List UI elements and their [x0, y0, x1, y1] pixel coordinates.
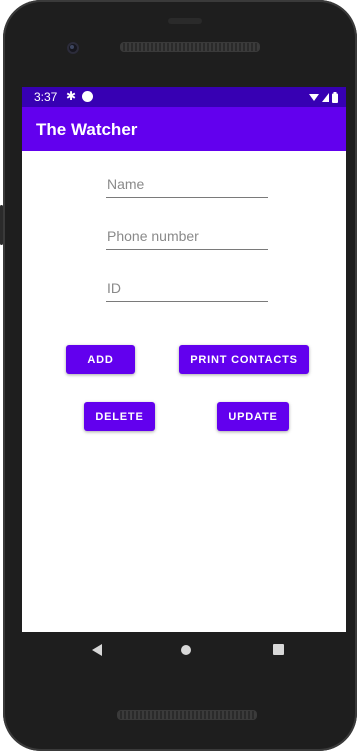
- name-input[interactable]: [106, 173, 270, 195]
- recents-square-icon[interactable]: [273, 644, 284, 655]
- name-field: [106, 173, 270, 198]
- phone-number-field: [106, 225, 270, 250]
- status-bar: 3:37 ✱: [22, 87, 346, 107]
- navigation-bar: [22, 632, 346, 672]
- earpiece-slot: [168, 18, 202, 24]
- front-camera: [67, 42, 79, 54]
- app-title: The Watcher: [36, 120, 138, 139]
- screen: 3:37 ✱ The Watcher ADD PRINT CONTACTS DE…: [22, 87, 346, 632]
- gear-icon: ✱: [66, 89, 77, 103]
- power-button: [0, 205, 3, 245]
- back-triangle-icon[interactable]: [92, 644, 102, 656]
- top-speaker-grille: [120, 42, 260, 52]
- print-contacts-button[interactable]: PRINT CONTACTS: [179, 345, 309, 374]
- home-circle-icon[interactable]: [181, 645, 191, 655]
- app-bar: The Watcher: [22, 107, 346, 151]
- phone-number-input[interactable]: [106, 225, 270, 247]
- bottom-speaker-grille: [117, 710, 257, 720]
- wifi-icon: [309, 94, 319, 101]
- status-icons: [309, 91, 338, 103]
- status-time: 3:37: [34, 90, 58, 104]
- battery-icon: [332, 91, 338, 103]
- update-button[interactable]: UPDATE: [217, 402, 289, 431]
- signal-icon: [322, 93, 329, 102]
- id-field: [106, 277, 270, 302]
- add-button[interactable]: ADD: [66, 345, 135, 374]
- circle-icon: [82, 91, 93, 102]
- delete-button[interactable]: DELETE: [84, 402, 155, 431]
- id-input[interactable]: [106, 277, 270, 299]
